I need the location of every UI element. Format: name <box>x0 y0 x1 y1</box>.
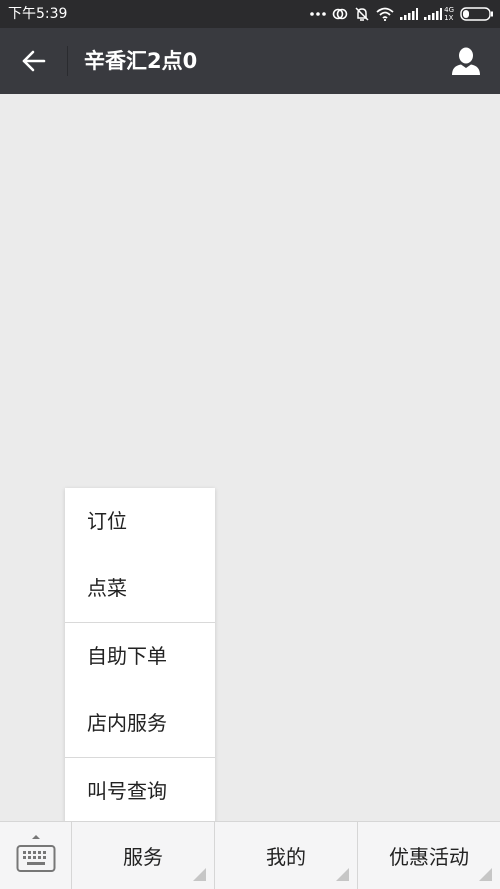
back-button[interactable] <box>14 42 54 80</box>
battery-icon <box>460 7 493 21</box>
more-dots-icon <box>310 12 326 16</box>
status-time: 下午5:39 <box>8 6 68 22</box>
bottom-menu-bar: 服务 我的 优惠活动 <box>0 821 500 889</box>
sync-icon <box>332 8 348 20</box>
menu-item-queue-check[interactable]: 叫号查询 <box>65 758 215 825</box>
network-bottom-label: 1X <box>444 14 454 22</box>
status-bar: 下午5:39 4G 1X <box>0 0 500 28</box>
wifi-icon <box>376 7 394 21</box>
arrow-left-icon <box>22 50 46 72</box>
alarm-off-icon <box>355 7 369 21</box>
submenu-corner-icon <box>336 868 349 881</box>
service-popup-menu: 订位 点菜 自助下单 店内服务 叫号查询 <box>65 488 215 825</box>
tab-service-label: 服务 <box>123 845 163 869</box>
tab-service[interactable]: 服务 <box>72 822 215 889</box>
network-top-label: 4G <box>444 6 454 14</box>
signal-icon <box>424 8 443 20</box>
submenu-corner-icon <box>479 868 492 881</box>
menu-item-in-store-service[interactable]: 店内服务 <box>65 690 215 757</box>
keyboard-icon <box>16 835 56 872</box>
status-icons: 4G 1X <box>310 4 494 24</box>
menu-item-reserve[interactable]: 订位 <box>65 488 215 555</box>
tab-mine[interactable]: 我的 <box>215 822 358 889</box>
network-type-label: 4G 1X <box>444 6 454 22</box>
keyboard-toggle-button[interactable] <box>0 822 72 889</box>
signal-icon <box>400 8 419 20</box>
submenu-corner-icon <box>193 868 206 881</box>
page-title: 辛香汇2点0 <box>84 49 198 73</box>
menu-item-self-order[interactable]: 自助下单 <box>65 623 215 690</box>
tab-promotions[interactable]: 优惠活动 <box>358 822 500 889</box>
profile-button[interactable] <box>446 42 486 80</box>
tab-mine-label: 我的 <box>266 845 306 869</box>
tab-promotions-label: 优惠活动 <box>389 845 469 869</box>
header-divider <box>67 46 68 76</box>
app-header: 辛香汇2点0 <box>0 28 500 94</box>
menu-item-order-dishes[interactable]: 点菜 <box>65 555 215 622</box>
user-icon <box>452 47 480 75</box>
